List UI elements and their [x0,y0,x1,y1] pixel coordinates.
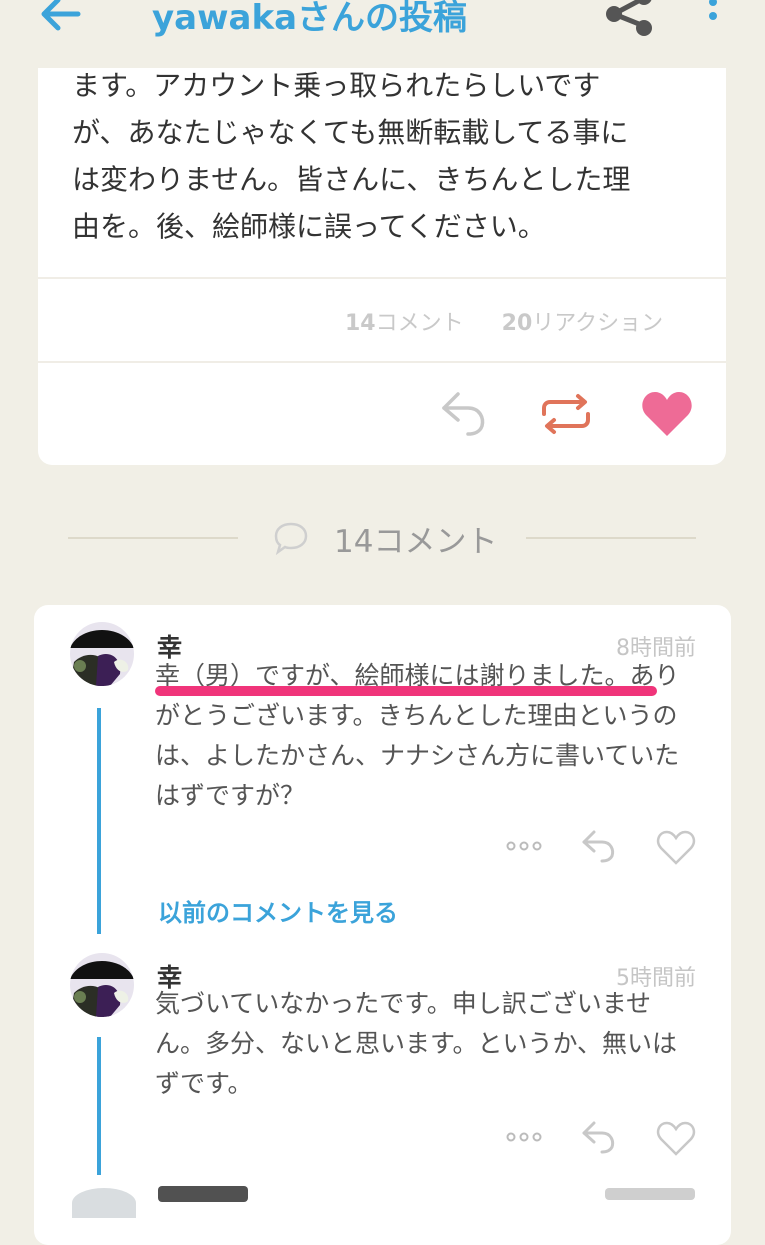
comment-body: 気づいていなかったです。申し訳ございませ ん。多分、ないと思います。というか、無… [155,984,695,1104]
reply-icon[interactable] [438,388,490,438]
comment-count-number[interactable]: 14 [345,311,376,336]
comment-line: 気づいていなかったです。申し訳ございませ [155,989,652,1018]
page-title: yawakaさんの投稿 [152,0,468,38]
heart-outline-icon[interactable] [656,1121,696,1157]
top-bar: yawakaさんの投稿 [0,0,765,68]
back-arrow-icon[interactable] [38,0,82,36]
thread-line [97,708,101,934]
reply-icon[interactable] [580,1119,618,1155]
comment-line: がとうございます。きちんとした理由というの [155,701,678,730]
post-line: が、あなたじゃなくても無断転載してる事に [72,116,629,149]
post-line: 由を。後、絵師様に誤ってください。 [72,210,546,243]
comment-line: ん。多分、ないと思います。というか、無いは [155,1029,678,1058]
divider [38,277,726,279]
post-line: は変わりません。皆さんに、きちんとした理 [72,163,631,196]
thread-line [97,1037,101,1175]
avatar[interactable] [72,1188,136,1218]
divider [38,361,726,363]
more-horizontal-icon[interactable] [505,1130,543,1144]
comment-time-placeholder [605,1188,695,1200]
comment-line: はずですが？ [155,781,306,810]
more-horizontal-icon[interactable] [505,839,543,853]
share-icon[interactable] [600,0,658,42]
post-line: ます。アカウント乗っ取られたらしいです [72,69,601,102]
post-body: ます。アカウント乗っ取られたらしいです が、あなたじゃなくても無断転載してる事に… [72,62,682,250]
highlight-underline [155,686,657,696]
comment-line: ずです。 [155,1069,253,1098]
heart-icon[interactable] [640,390,694,438]
divider [68,537,238,539]
comment-bubble-icon [274,522,308,556]
avatar[interactable] [70,622,134,686]
more-vertical-icon[interactable] [700,0,726,34]
reaction-count-number[interactable]: 20 [502,311,533,336]
heart-outline-icon[interactable] [656,830,696,866]
post-stats: 14コメント 20リアクション [345,305,663,337]
comments-count-heading: 14コメント [334,524,498,560]
comment-line: は、よしたかさん、ナナシさん方に書いていた [155,741,680,770]
comment-body: 幸（男）ですが、絵師様には謝りました。あり がとうございます。きちんとした理由と… [155,656,695,816]
repost-icon[interactable] [538,392,594,436]
avatar[interactable] [70,953,134,1017]
see-previous-comments-link[interactable]: 以前のコメントを見る [158,893,398,928]
comment-count-label[interactable]: コメント [376,311,464,336]
divider [526,537,696,539]
reply-icon[interactable] [580,828,618,864]
reaction-count-label[interactable]: リアクション [532,311,663,336]
